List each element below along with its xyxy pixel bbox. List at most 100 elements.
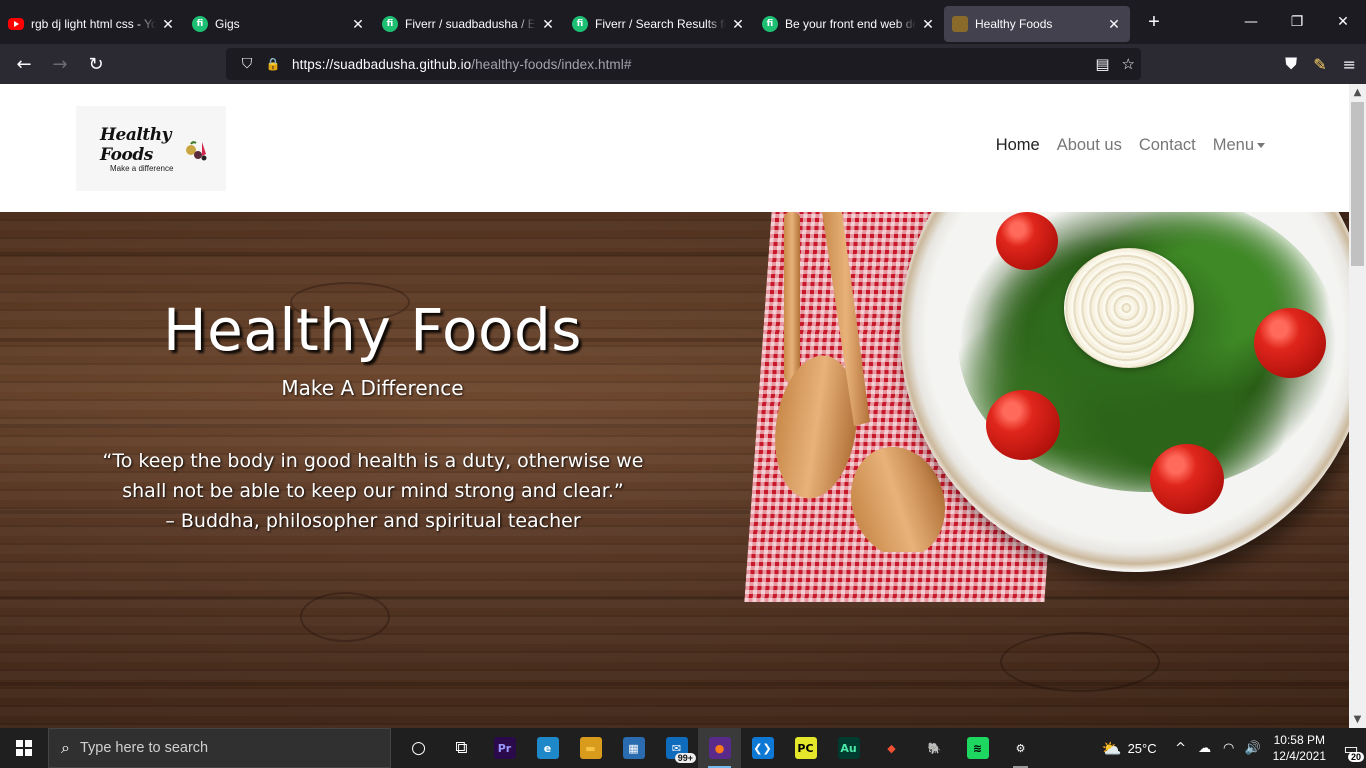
fiverr-icon: fi — [572, 16, 588, 32]
scrollbar-thumb[interactable] — [1351, 102, 1364, 266]
nav-menu-label: Menu — [1212, 136, 1254, 154]
hero-section: Healthy Foods Make A Difference “To keep… — [0, 212, 1349, 728]
page-scrollbar[interactable]: ▲ ▼ — [1349, 84, 1366, 728]
tomato-image — [1150, 444, 1224, 514]
url-actions: ▤ ☆ — [1095, 48, 1135, 80]
cheese-topping-image — [1064, 248, 1194, 368]
taskbar-app-firefox[interactable]: ● — [698, 728, 741, 768]
task-view-icon: ⧉ — [455, 738, 468, 758]
browser-tab-bar: rgb dj light html css - YouTube ✕ fi Gig… — [0, 0, 1366, 44]
main-nav: Home About us Contact Menu — [996, 136, 1265, 155]
weather-icon: ⛅ — [1101, 738, 1122, 758]
hero-quote: “To keep the body in good health is a du… — [88, 446, 658, 536]
hero-subtitle: Make A Difference — [281, 376, 464, 400]
taskbar-app-mail[interactable]: ✉ 99+ — [655, 728, 698, 768]
windows-logo-icon — [16, 740, 32, 756]
caret-down-icon — [1257, 143, 1265, 149]
close-icon[interactable]: ✕ — [730, 16, 746, 33]
file-explorer-icon: ▬ — [579, 737, 602, 759]
taskbar-app-file-explorer[interactable]: ▬ — [569, 728, 612, 768]
shield-icon[interactable]: ⛉ — [234, 56, 260, 72]
tab-fiverr-edit[interactable]: fi Fiverr / suadbadusha / Edit Gig ✕ — [374, 6, 564, 42]
taskbar-search[interactable]: ⌕ Type here to search — [48, 728, 391, 768]
taskbar-app-git[interactable]: ◆ — [870, 728, 913, 768]
url-bar[interactable]: ⛉ 🔒 https://suadbadusha.github.io/health… — [226, 48, 1141, 80]
nav-menu-dropdown[interactable]: Menu — [1213, 136, 1265, 155]
reload-button[interactable]: ↻ — [78, 48, 114, 80]
close-icon[interactable]: ✕ — [540, 16, 556, 33]
back-button[interactable]: ← — [6, 48, 42, 80]
forward-button[interactable]: → — [42, 48, 78, 80]
weather-widget[interactable]: ⛅ 25°C — [1102, 739, 1157, 758]
taskbar-app-edge[interactable]: e — [526, 728, 569, 768]
bookmark-star-icon[interactable]: ☆ — [1122, 55, 1135, 73]
microsoft-store-icon: ▦ — [622, 737, 645, 759]
nav-contact[interactable]: Contact — [1139, 136, 1196, 155]
start-button[interactable] — [0, 728, 48, 768]
notification-center-button[interactable]: ▭ 20 — [1336, 728, 1366, 768]
tomato-image — [996, 212, 1058, 270]
close-window-button[interactable]: ✕ — [1320, 0, 1366, 44]
onedrive-cloud-icon[interactable]: ☁ — [1193, 741, 1217, 756]
search-icon: ⌕ — [61, 738, 70, 757]
fruit-logo-icon — [186, 141, 207, 161]
hero-text: Healthy Foods Make A Difference “To keep… — [0, 212, 745, 728]
tab-title: Be your front end web developer — [785, 17, 916, 31]
url-text[interactable]: https://suadbadusha.github.io/healthy-fo… — [292, 57, 632, 72]
postgres-icon: 🐘 — [927, 741, 942, 755]
nav-about-us[interactable]: About us — [1057, 136, 1122, 155]
search-placeholder: Type here to search — [79, 740, 209, 756]
restore-button[interactable]: ❐ — [1274, 0, 1320, 44]
close-icon[interactable]: ✕ — [1106, 16, 1122, 33]
taskbar-app-settings[interactable]: ⚙ — [999, 728, 1042, 768]
taskbar-app-spotify[interactable]: ≋ — [956, 728, 999, 768]
site-logo[interactable]: Healthy Foods Make a difference — [76, 106, 226, 191]
tab-title: rgb dj light html css - YouTube — [31, 17, 156, 31]
quote-attribution: – Buddha, philosopher and spiritual teac… — [165, 510, 581, 532]
minimize-button[interactable]: — — [1228, 0, 1274, 44]
tab-gigs[interactable]: fi Gigs ✕ — [184, 6, 374, 42]
logo-tagline: Make a difference — [110, 163, 174, 173]
taskbar-app-postgres[interactable]: 🐘 — [913, 728, 956, 768]
nav-home[interactable]: Home — [996, 136, 1040, 155]
chevron-up-icon[interactable]: ^ — [1169, 741, 1193, 756]
spotify-icon: ≋ — [966, 737, 989, 759]
hamburger-menu-icon[interactable]: ≡ — [1343, 55, 1356, 74]
scroll-up-arrow-icon[interactable]: ▲ — [1349, 84, 1366, 101]
tab-healthy-foods[interactable]: Healthy Foods ✕ — [944, 6, 1130, 42]
taskbar-app-cortana[interactable]: ○ — [397, 728, 440, 768]
fiverr-icon: fi — [192, 16, 208, 32]
pocket-icon[interactable]: ⛊ — [1285, 54, 1297, 74]
taskbar-app-audition[interactable]: Au — [827, 728, 870, 768]
clock[interactable]: 10:58 PM 12/4/2021 — [1273, 732, 1326, 764]
tomato-image — [1254, 308, 1326, 378]
volume-icon[interactable]: 🔊 — [1241, 741, 1265, 756]
taskbar-app-vscode[interactable]: ❮❯ — [741, 728, 784, 768]
reader-view-icon[interactable]: ▤ — [1095, 55, 1109, 73]
tab-fiverr-search[interactable]: fi Fiverr / Search Results for ✕ — [564, 6, 754, 42]
pen-icon[interactable]: ✎ — [1313, 55, 1326, 74]
system-tray: ⛅ 25°C ^ ☁ ◠ 🔊 10:58 PM 12/4/2021 ▭ 20 — [1102, 728, 1366, 768]
taskbar-app-premiere-pro[interactable]: Pr — [483, 728, 526, 768]
fiverr-icon: fi — [762, 16, 778, 32]
new-tab-button[interactable]: + — [1134, 11, 1174, 34]
close-icon[interactable]: ✕ — [350, 16, 366, 33]
edge-icon: e — [536, 737, 559, 759]
youtube-icon — [8, 18, 24, 30]
taskbar-app-pycharm[interactable]: PC — [784, 728, 827, 768]
git-icon: ◆ — [887, 741, 896, 755]
taskbar-app-task-view[interactable]: ⧉ — [440, 728, 483, 768]
tab-youtube[interactable]: rgb dj light html css - YouTube ✕ — [0, 6, 184, 42]
scroll-down-arrow-icon[interactable]: ▼ — [1349, 711, 1366, 728]
lock-icon[interactable]: 🔒 — [260, 57, 286, 71]
taskbar-app-microsoft-store[interactable]: ▦ — [612, 728, 655, 768]
close-icon[interactable]: ✕ — [920, 16, 936, 33]
close-icon[interactable]: ✕ — [160, 16, 176, 33]
wifi-icon[interactable]: ◠ — [1217, 741, 1241, 756]
browser-nav-bar: ← → ↻ ⛉ 🔒 https://suadbadusha.github.io/… — [0, 44, 1366, 84]
firefox-icon: ● — [708, 737, 731, 759]
healthy-foods-favicon — [952, 16, 968, 32]
tab-fiverr-gig[interactable]: fi Be your front end web developer ✕ — [754, 6, 944, 42]
notification-count: 20 — [1347, 752, 1364, 762]
tab-title: Healthy Foods — [975, 17, 1053, 31]
